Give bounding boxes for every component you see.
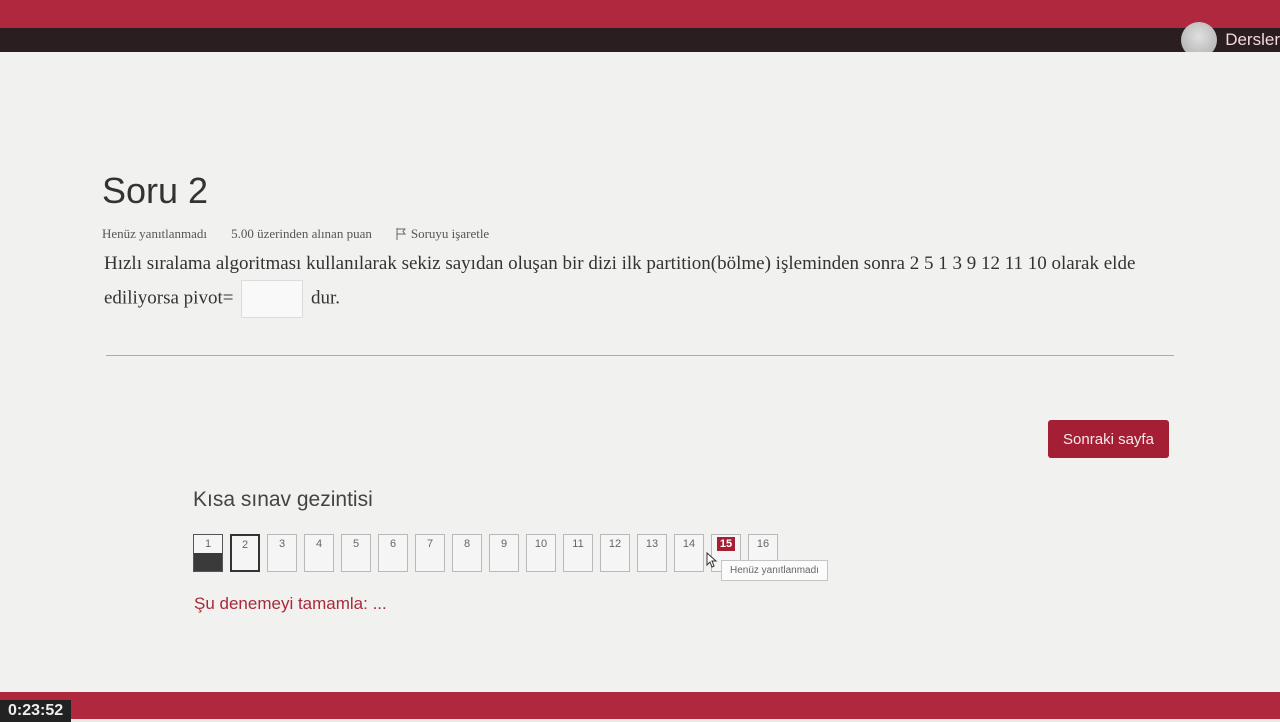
question-points: 5.00 üzerinden alınan puan — [231, 226, 372, 241]
quiz-navigation-grid: 1 2 3 4 5 6 7 8 9 10 11 12 13 14 15 16 — [193, 534, 778, 572]
next-page-button[interactable]: Sonraki sayfa — [1048, 420, 1169, 458]
quiz-nav-button[interactable]: 11 — [563, 534, 593, 572]
quiz-nav-number: 7 — [426, 538, 434, 550]
flag-icon — [396, 228, 406, 240]
quiz-nav-button[interactable]: 5 — [341, 534, 371, 572]
mouse-cursor-icon — [706, 552, 718, 568]
quiz-nav-number: 13 — [645, 538, 659, 550]
question-text-part2: dur. — [310, 287, 340, 309]
quiz-nav-number: 5 — [352, 538, 360, 550]
quiz-nav-number: 8 — [463, 538, 471, 550]
question-info: Henüz yanıtlanmadı 5.00 üzerinden alınan… — [102, 226, 489, 242]
bottom-bar — [0, 692, 1280, 719]
question-title: Soru 2 — [102, 170, 209, 211]
user-menu-label[interactable]: Dersler — [1225, 30, 1280, 50]
flag-question-link[interactable]: Soruyu işaretle — [396, 226, 489, 242]
quiz-nav-number: 12 — [608, 538, 622, 550]
quiz-nav-button[interactable]: 2 — [230, 534, 260, 572]
quiz-nav-number: 15 — [716, 537, 736, 551]
quiz-nav-button[interactable]: 6 — [378, 534, 408, 572]
question-status: Henüz yanıtlanmadı — [102, 226, 208, 241]
quiz-nav-button[interactable]: 12 — [600, 534, 630, 572]
quiz-nav-number: 11 — [572, 538, 584, 550]
quiz-nav-number: 6 — [389, 538, 397, 550]
quiz-navigation-title: Kısa sınav gezintisi — [193, 488, 373, 511]
quiz-nav-button[interactable]: 9 — [489, 534, 519, 572]
quiz-nav-number: 1 — [204, 538, 212, 550]
quiz-nav-button[interactable]: 3 — [267, 534, 297, 572]
quiz-nav-button[interactable]: 7 — [415, 534, 445, 572]
tooltip: Henüz yanıtlanmadı — [721, 560, 828, 581]
top-navbar: Dersler — [0, 0, 1280, 58]
question-divider — [106, 355, 1174, 356]
answer-input[interactable] — [241, 280, 304, 318]
finish-attempt-link[interactable]: Şu denemeyi tamamla: ... — [194, 594, 387, 614]
quiz-nav-button[interactable]: 4 — [304, 534, 334, 572]
quiz-nav-button[interactable]: 1 — [193, 534, 223, 572]
quiz-nav-button[interactable]: 13 — [637, 534, 667, 572]
quiz-nav-number: 2 — [241, 539, 249, 551]
quiz-nav-button[interactable]: 14 — [674, 534, 704, 572]
navbar-shadow — [0, 28, 1280, 52]
question-text: Hızlı sıralama algoritması kullanılarak … — [104, 248, 1179, 318]
quiz-nav-button[interactable]: 10 — [526, 534, 556, 572]
quiz-nav-number: 16 — [756, 538, 770, 550]
quiz-nav-number: 4 — [315, 538, 323, 550]
page-content — [0, 52, 1280, 692]
quiz-nav-number: 9 — [500, 538, 508, 550]
quiz-nav-number: 10 — [534, 538, 548, 550]
quiz-nav-number: 3 — [278, 538, 286, 550]
quiz-nav-button[interactable]: 8 — [452, 534, 482, 572]
quiz-nav-number: 14 — [682, 538, 696, 550]
flag-question-label[interactable]: Soruyu işaretle — [411, 226, 489, 242]
